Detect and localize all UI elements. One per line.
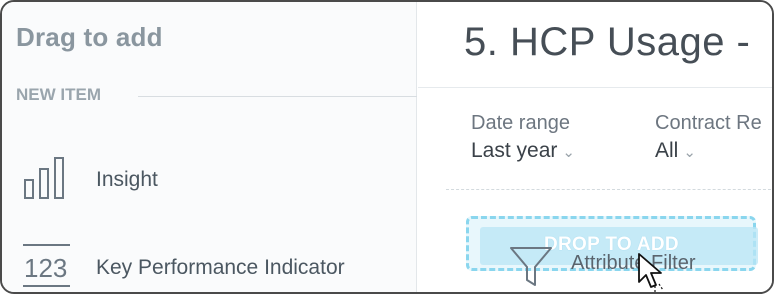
new-item-kpi[interactable]: 123 Key Performance Indicator: [2, 230, 416, 292]
chevron-down-icon: ⌄: [683, 144, 696, 161]
filter-bar-divider: [446, 189, 772, 190]
title-divider: [418, 87, 772, 88]
filter-contract-value-text: All: [655, 139, 679, 162]
dashboard-canvas: 5. HCP Usage - Date range Last year ⌄ Con…: [418, 2, 772, 292]
new-item-kpi-label: Key Performance Indicator: [96, 256, 345, 279]
new-item-insight[interactable]: Insight: [2, 142, 416, 212]
bar-chart-icon: [22, 152, 74, 209]
filter-date-range-value: Last year ⌄: [471, 139, 575, 163]
dashboard-title[interactable]: 5. HCP Usage -: [464, 20, 750, 65]
svg-text:123: 123: [24, 253, 67, 283]
filter-date-range-value-text: Last year: [471, 139, 558, 162]
drop-zone[interactable]: DROP TO ADD: [466, 216, 758, 271]
filter-contract[interactable]: Contract Re All ⌄: [655, 112, 762, 163]
kpi-123-icon: 123: [22, 242, 74, 292]
filter-date-range-label: Date range: [471, 112, 570, 134]
drag-to-add-panel: Drag to add NEW ITEM Insight 123 Key Per…: [2, 2, 417, 292]
filter-contract-value: All ⌄: [655, 139, 762, 163]
filter-date-range[interactable]: Date range Last year ⌄: [471, 112, 575, 163]
app-window: Drag to add NEW ITEM Insight 123 Key Per…: [0, 0, 774, 294]
drag-cursor-icon: [635, 252, 671, 292]
panel-title: Drag to add: [16, 22, 163, 52]
filter-contract-label: Contract Re: [655, 112, 762, 134]
chevron-down-icon: ⌄: [562, 144, 575, 161]
new-item-insight-label: Insight: [96, 168, 158, 191]
section-label-new-item: NEW ITEM: [16, 85, 101, 104]
section-divider: [138, 96, 417, 97]
